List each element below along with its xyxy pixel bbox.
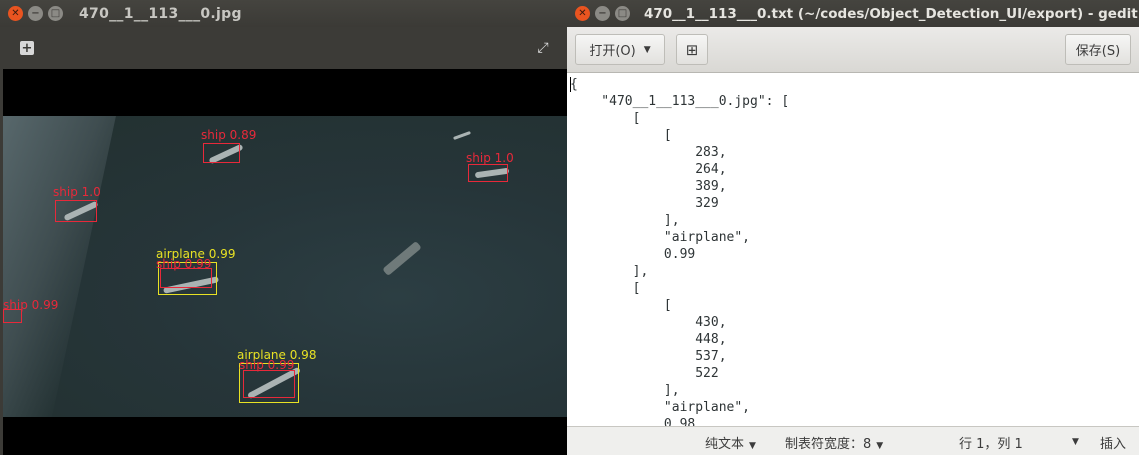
- text-editor[interactable]: { "470__1__113___0.jpg": [ [ [ 283, 264,…: [567, 73, 1139, 426]
- open-button[interactable]: 打开(O) ▼: [575, 34, 665, 65]
- detection-label: ship 0.99: [239, 358, 295, 372]
- shoreline: [3, 116, 119, 417]
- new-tab-button[interactable]: ⊞: [676, 34, 708, 65]
- minimize-window-icon[interactable]: −: [595, 6, 610, 21]
- aerial-photo: ship 0.89 ship 1.0 ship 1.0 airplane 0.9…: [3, 116, 567, 417]
- chevron-down-icon: ▼: [1072, 437, 1079, 447]
- chevron-down-icon: ▼: [749, 441, 756, 451]
- detection-box: [55, 200, 97, 222]
- tab-width-label: 制表符宽度：8: [785, 437, 872, 452]
- new-tab-icon: ⊞: [685, 40, 699, 59]
- save-button[interactable]: 保存(S): [1065, 34, 1131, 65]
- plus-box-icon: +: [20, 40, 34, 56]
- detection-label: ship 1.0: [466, 151, 514, 165]
- syntax-label: 纯文本: [705, 437, 745, 452]
- chevron-down-icon: ▼: [643, 44, 651, 55]
- maximize-window-icon[interactable]: □: [615, 6, 630, 21]
- detection-box: [243, 370, 295, 398]
- gedit-window: ✕ − □ 470__1__113___0.txt (~/codes/Objec…: [567, 0, 1139, 455]
- maximize-window-icon[interactable]: □: [48, 6, 63, 21]
- ship-image: [453, 131, 471, 140]
- tab-width-selector[interactable]: 制表符宽度：8 ▼: [785, 433, 883, 452]
- detection-label: ship 0.89: [201, 128, 257, 142]
- detection-box: [468, 164, 508, 182]
- expand-arrows-icon: ⤢: [537, 40, 549, 56]
- detection-box: [160, 268, 212, 288]
- fullscreen-button[interactable]: ⤢: [528, 36, 558, 60]
- gedit-title: 470__1__113___0.txt (~/codes/Object_Dete…: [644, 5, 1138, 22]
- image-canvas: ship 0.89 ship 1.0 ship 1.0 airplane 0.9…: [3, 69, 567, 455]
- detection-box: [203, 143, 240, 163]
- gedit-titlebar: ✕ − □ 470__1__113___0.txt (~/codes/Objec…: [567, 0, 1139, 27]
- viewer-toolbar: + ⤢: [0, 27, 567, 69]
- image-viewer-window: ✕ − □ 470__1__113___0.jpg + ⤢ ship 0.89 …: [0, 0, 567, 455]
- detection-label: ship 0.99: [3, 298, 59, 312]
- close-window-icon[interactable]: ✕: [8, 6, 23, 21]
- cursor-position[interactable]: 行 1，列 1: [959, 433, 1023, 452]
- ship-image: [382, 240, 422, 277]
- chevron-down-icon: ▼: [876, 441, 884, 451]
- viewer-titlebar: ✕ − □ 470__1__113___0.jpg: [0, 0, 567, 27]
- viewer-title: 470__1__113___0.jpg: [79, 5, 242, 22]
- insert-mode-label: 插入: [1100, 437, 1127, 452]
- save-button-label: 保存(S): [1075, 44, 1121, 59]
- open-button-label: 打开(O): [589, 44, 636, 59]
- close-window-icon[interactable]: ✕: [575, 6, 590, 21]
- detection-label: ship 0.99: [156, 257, 212, 271]
- position-menu[interactable]: ▼: [1067, 433, 1079, 448]
- statusbar: 纯文本 ▼ 制表符宽度：8 ▼ 行 1，列 1 ▼ 插入: [567, 426, 1139, 455]
- detection-label: ship 1.0: [53, 185, 101, 199]
- syntax-selector[interactable]: 纯文本 ▼: [705, 433, 756, 452]
- gedit-toolbar: 打开(O) ▼ ⊞ 保存(S): [567, 27, 1139, 73]
- add-button[interactable]: +: [12, 36, 42, 60]
- cursor-position-label: 行 1，列 1: [959, 437, 1023, 452]
- insert-mode[interactable]: 插入: [1100, 433, 1126, 452]
- minimize-window-icon[interactable]: −: [28, 6, 43, 21]
- editor-content[interactable]: { "470__1__113___0.jpg": [ [ [ 283, 264,…: [570, 76, 789, 426]
